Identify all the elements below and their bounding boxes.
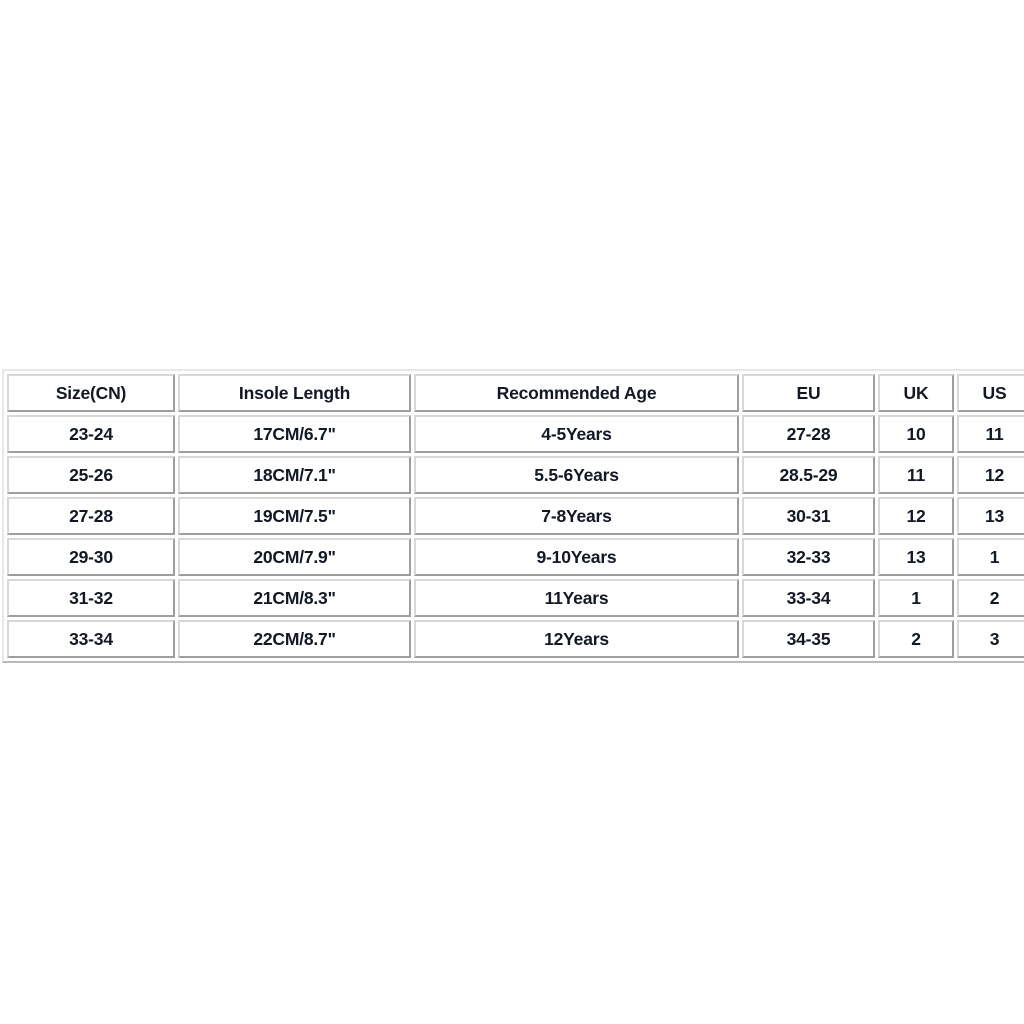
cell-recommended-age: 7-8Years	[414, 497, 739, 535]
cell-insole-length: 19CM/7.5"	[178, 497, 411, 535]
cell-recommended-age: 11Years	[414, 579, 739, 617]
column-header-uk: UK	[878, 374, 954, 412]
table-row: 29-30 20CM/7.9" 9-10Years 32-33 13 1	[7, 538, 1024, 576]
cell-recommended-age: 9-10Years	[414, 538, 739, 576]
column-header-us: US	[957, 374, 1024, 412]
column-header-eu: EU	[742, 374, 875, 412]
cell-us: 11	[957, 415, 1024, 453]
cell-uk: 11	[878, 456, 954, 494]
column-header-recommended-age: Recommended Age	[414, 374, 739, 412]
page-root: Size(CN) Insole Length Recommended Age E…	[0, 0, 1024, 1024]
cell-eu: 30-31	[742, 497, 875, 535]
cell-eu: 33-34	[742, 579, 875, 617]
cell-size-cn: 23-24	[7, 415, 175, 453]
cell-recommended-age: 4-5Years	[414, 415, 739, 453]
table-row: 23-24 17CM/6.7" 4-5Years 27-28 10 11	[7, 415, 1024, 453]
table-row: 33-34 22CM/8.7" 12Years 34-35 2 3	[7, 620, 1024, 658]
cell-us: 2	[957, 579, 1024, 617]
column-header-size-cn: Size(CN)	[7, 374, 175, 412]
size-chart-body: 23-24 17CM/6.7" 4-5Years 27-28 10 11 25-…	[7, 415, 1024, 658]
size-chart-header: Size(CN) Insole Length Recommended Age E…	[7, 374, 1024, 412]
cell-size-cn: 29-30	[7, 538, 175, 576]
cell-uk: 13	[878, 538, 954, 576]
cell-insole-length: 20CM/7.9"	[178, 538, 411, 576]
size-chart-table: Size(CN) Insole Length Recommended Age E…	[2, 369, 1024, 663]
cell-size-cn: 31-32	[7, 579, 175, 617]
cell-us: 3	[957, 620, 1024, 658]
cell-size-cn: 25-26	[7, 456, 175, 494]
table-header-row: Size(CN) Insole Length Recommended Age E…	[7, 374, 1024, 412]
size-chart-container: Size(CN) Insole Length Recommended Age E…	[2, 369, 1024, 663]
table-row: 25-26 18CM/7.1" 5.5-6Years 28.5-29 11 12	[7, 456, 1024, 494]
cell-eu: 34-35	[742, 620, 875, 658]
cell-us: 13	[957, 497, 1024, 535]
column-header-insole-length: Insole Length	[178, 374, 411, 412]
cell-insole-length: 22CM/8.7"	[178, 620, 411, 658]
cell-uk: 12	[878, 497, 954, 535]
cell-eu: 32-33	[742, 538, 875, 576]
cell-eu: 27-28	[742, 415, 875, 453]
cell-size-cn: 33-34	[7, 620, 175, 658]
cell-uk: 10	[878, 415, 954, 453]
table-row: 27-28 19CM/7.5" 7-8Years 30-31 12 13	[7, 497, 1024, 535]
cell-recommended-age: 5.5-6Years	[414, 456, 739, 494]
cell-us: 12	[957, 456, 1024, 494]
cell-insole-length: 18CM/7.1"	[178, 456, 411, 494]
cell-eu: 28.5-29	[742, 456, 875, 494]
cell-recommended-age: 12Years	[414, 620, 739, 658]
cell-insole-length: 17CM/6.7"	[178, 415, 411, 453]
cell-us: 1	[957, 538, 1024, 576]
cell-uk: 2	[878, 620, 954, 658]
cell-insole-length: 21CM/8.3"	[178, 579, 411, 617]
table-row: 31-32 21CM/8.3" 11Years 33-34 1 2	[7, 579, 1024, 617]
cell-uk: 1	[878, 579, 954, 617]
cell-size-cn: 27-28	[7, 497, 175, 535]
